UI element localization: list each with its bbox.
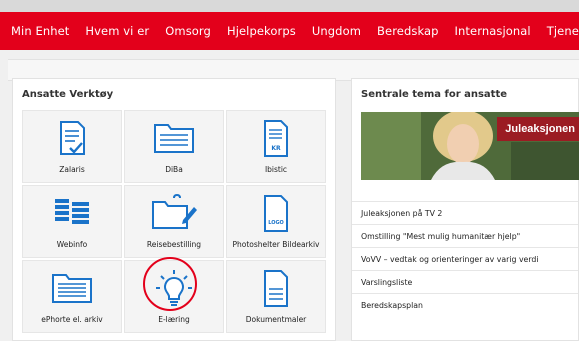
panel-title: Ansatte Verktøy [22,89,114,100]
nav-item-ungdom[interactable]: Ungdom [312,24,361,38]
tile-label: DiBa [165,165,183,174]
nav-item-tjenester[interactable]: Tjenester [547,24,579,38]
logo-text: LOGO [268,220,284,226]
tile-label: Webinfo [56,240,88,249]
archive-folder-icon [52,274,92,303]
lightbulb-icon [156,270,192,306]
tile-label: Reisebestilling [146,240,202,249]
tile-diba[interactable]: DiBa [124,110,224,183]
tile-e-laering[interactable]: E-læring [124,260,224,333]
panel-title: Sentrale tema for ansatte [361,89,508,100]
folder-pencil-icon [152,194,197,229]
banner-title: Juleaksjonen [497,117,579,141]
document-lines-icon [264,270,288,307]
nav-item-beredskap[interactable]: Beredskap [377,24,439,38]
stacked-documents-icon [55,199,89,224]
tile-photoshelter-bildearkiv[interactable]: LOGO Photoshelter Bildearkiv [226,185,326,258]
top-navigation-bar: Min Enhet Hvem vi er Omsorg Hjelpekorps … [0,12,579,50]
tile-label: Zalaris [59,165,85,174]
theme-link-list: Juleaksjonen på TV 2 Omstilling "Mest mu… [352,201,578,316]
juleaksjonen-banner[interactable]: Juleaksjonen [361,112,579,180]
tile-reisebestilling[interactable]: Reisebestilling [124,185,224,258]
tile-dokumentmaler[interactable]: Dokumentmaler [226,260,326,333]
nav-item-internasjonal[interactable]: Internasjonal [455,24,531,38]
link-juleaksjonen-tv2[interactable]: Juleaksjonen på TV 2 [352,201,578,224]
folder-icon [154,124,194,153]
tile-ibistic[interactable]: KR Ibistic [226,110,326,183]
kr-text: KR [271,145,281,152]
sentrale-tema-panel: Sentrale tema for ansatte Juleaksjonen J… [351,78,579,341]
link-omstilling[interactable]: Omstilling "Mest mulig humanitær hjelp" [352,224,578,247]
document-kr-icon: KR [264,120,288,157]
link-vovv[interactable]: VoVV – vedtak og orienteringer av varig … [352,247,578,270]
tile-label: Photoshelter Bildearkiv [232,240,320,249]
link-varslingsliste[interactable]: Varslingsliste [352,270,578,293]
ansatte-verktoy-panel: Ansatte Verktøy Zalaris DiBa KR Ibistic [12,78,336,341]
document-logo-icon: LOGO [264,195,288,232]
tile-webinfo[interactable]: Webinfo [22,185,122,258]
tile-label: Dokumentmaler [245,315,307,324]
tile-ephorte-el-arkiv[interactable]: ePhorte el. arkiv [22,260,122,333]
nav-item-hvem-vi-er[interactable]: Hvem vi er [85,24,149,38]
tile-label: ePhorte el. arkiv [41,315,103,324]
tile-label: E-læring [158,315,190,324]
nav-item-omsorg[interactable]: Omsorg [165,24,211,38]
link-beredskapsplan[interactable]: Beredskapsplan [352,293,578,316]
nav-item-hjelpekorps[interactable]: Hjelpekorps [227,24,296,38]
tile-label: Ibistic [264,165,288,174]
tile-zalaris[interactable]: Zalaris [22,110,122,183]
document-check-icon [60,121,85,155]
nav-item-min-enhet[interactable]: Min Enhet [11,24,69,38]
